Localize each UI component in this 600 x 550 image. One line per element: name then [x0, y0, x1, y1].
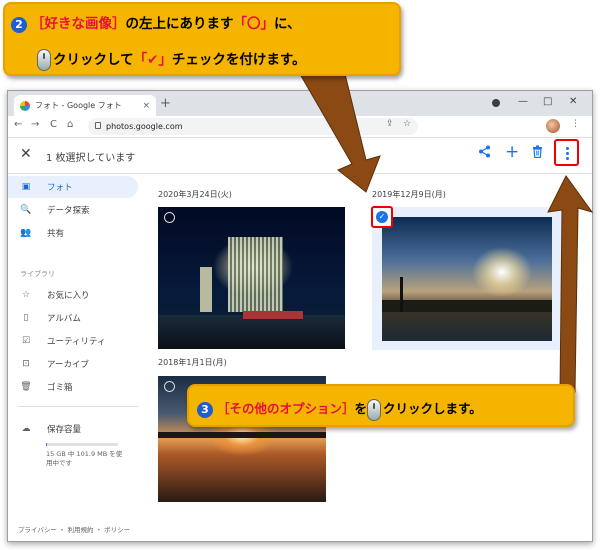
- callout-highlight: ［その他のオプション］: [217, 401, 355, 416]
- callout-text: を: [354, 401, 368, 416]
- callout-text: チェックを付けます。: [171, 52, 306, 68]
- mouse-icon: [37, 49, 51, 71]
- callout-text: クリック: [53, 52, 107, 68]
- arrow-to-checkbox: [299, 73, 381, 193]
- step-number: 2: [11, 17, 27, 33]
- callout-highlight: 「〇」: [233, 16, 275, 32]
- callout-text: します。: [433, 401, 482, 416]
- callout-text: に、: [274, 16, 301, 32]
- callout-step-3: 3 ［その他のオプション］を クリックします。: [187, 384, 575, 427]
- callout-highlight: ［好きな画像］: [31, 16, 126, 32]
- arrow-to-more-options: [547, 175, 594, 393]
- callout-arrows: [299, 73, 594, 393]
- mouse-icon: [367, 398, 382, 421]
- callout-highlight: 「✔」: [133, 52, 172, 68]
- callout-text: の左上にあります: [125, 16, 234, 32]
- callout-line: 3 ［その他のオプション］を クリックします。: [197, 398, 482, 421]
- callout-line: 2 ［好きな画像］の左上にあります「〇」に、: [11, 12, 301, 33]
- callout-text: して: [107, 52, 134, 68]
- callout-text: クリック: [383, 401, 434, 416]
- callout-line: クリックして「✔」チェックを付けます。: [37, 48, 306, 71]
- callout-step-2: 2 ［好きな画像］の左上にあります「〇」に、 クリックして「✔」チェックを付けます…: [3, 2, 401, 76]
- step-number: 3: [197, 402, 213, 418]
